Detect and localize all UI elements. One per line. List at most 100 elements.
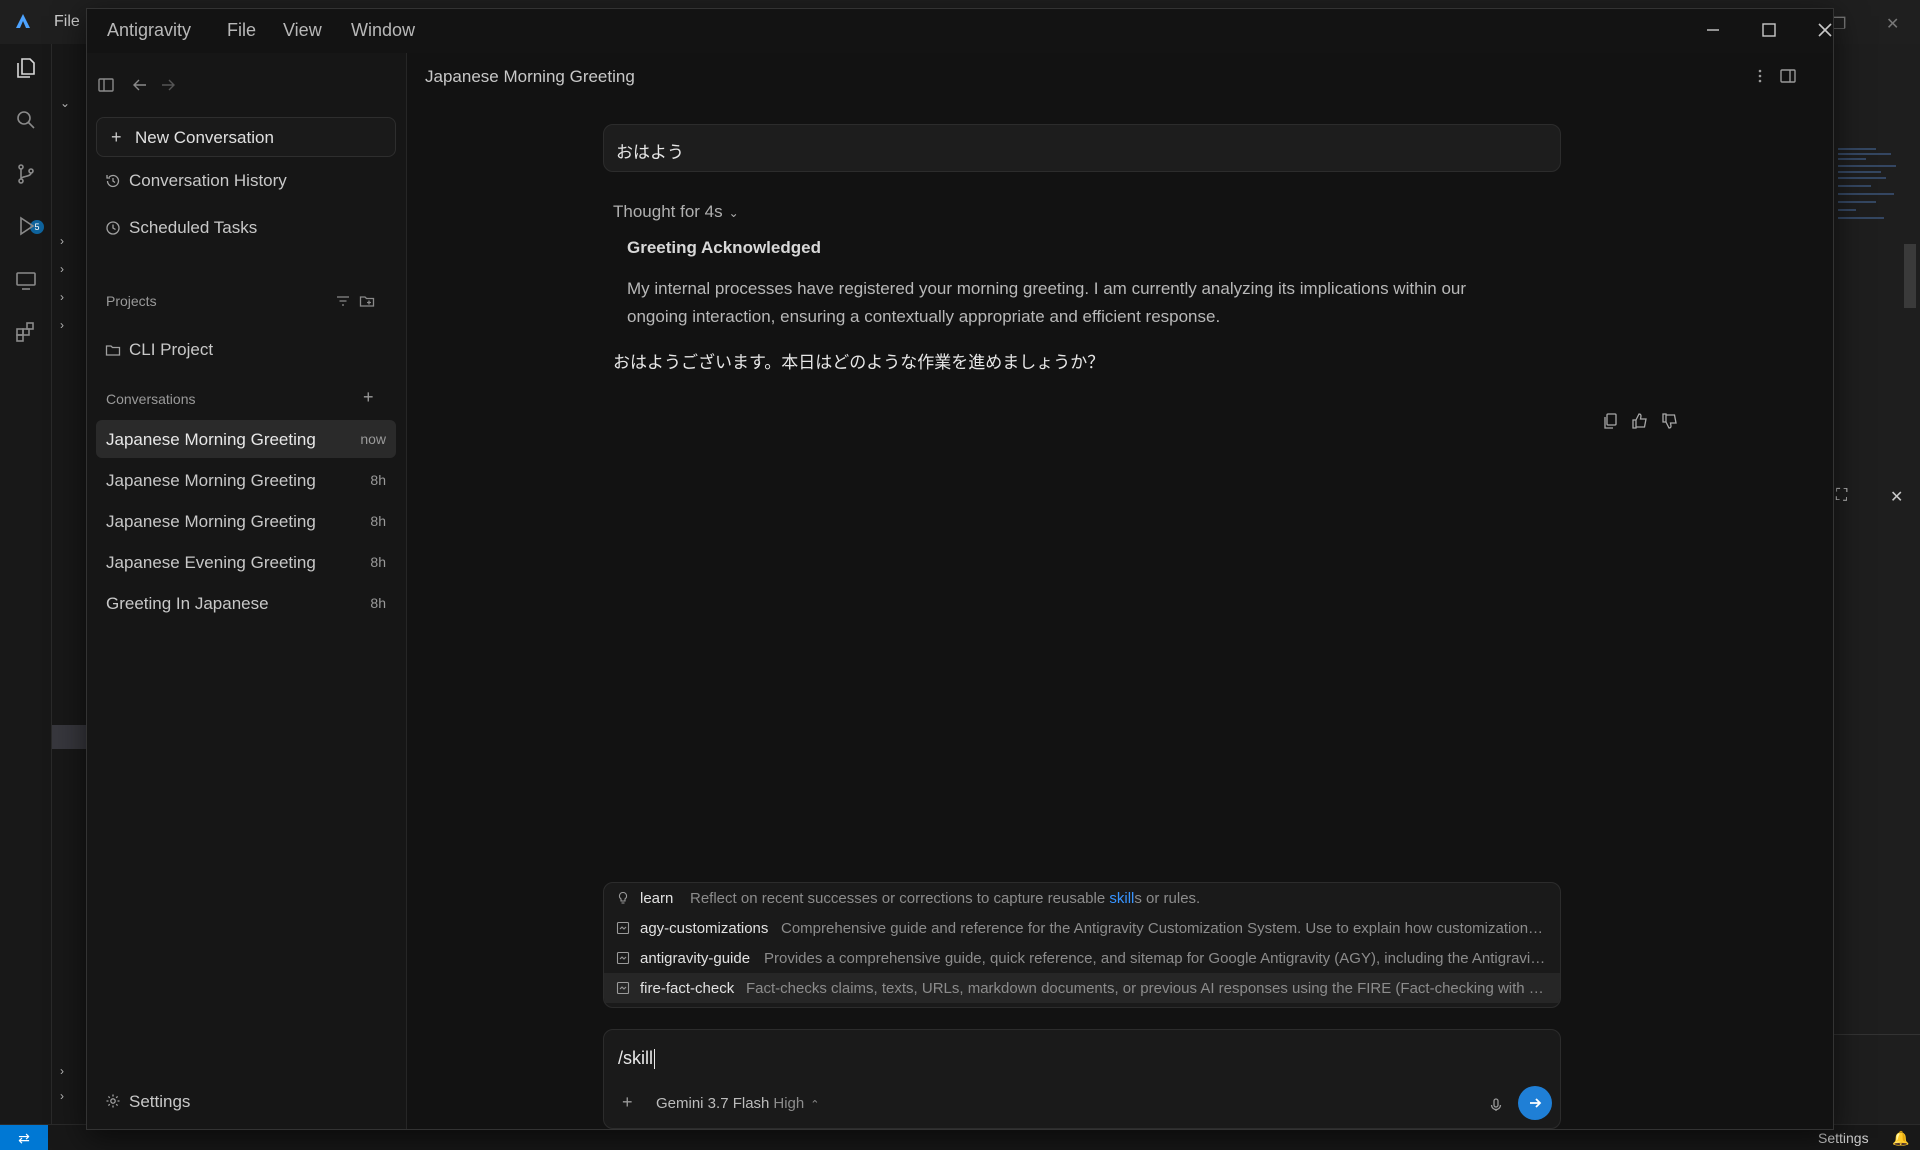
model-name: Gemini 3.7 Flash [656,1095,770,1112]
thought-toggle[interactable]: Thought for 4s ⌄ [613,202,739,222]
minimize-button[interactable] [1693,15,1733,45]
suggestion-item[interactable]: fire-fact-check Fact-checks claims, text… [604,973,1560,1003]
more-options-icon[interactable] [1751,67,1769,85]
suggestion-item[interactable]: learn Reflect on recent successes or cor… [604,883,1560,913]
conversation-title: Japanese Morning Greeting [106,512,316,531]
scheduled-tasks-label: Scheduled Tasks [129,218,258,237]
suggestion-desc: Fact-checks claims, texts, URLs, markdow… [746,980,1547,997]
add-context-button[interactable]: + [622,1092,633,1113]
source-control-icon[interactable] [14,162,38,186]
projects-heading: Projects [106,293,157,309]
notifications-icon[interactable]: 🔔 [1892,1130,1909,1147]
menu-file[interactable]: File [227,20,256,41]
suggestion-desc-text: Reflect on recent successes or correctio… [690,890,1110,907]
conversation-title: Japanese Morning Greeting [106,430,316,449]
suggestion-desc-text: s or rules. [1134,890,1201,907]
remote-indicator-icon[interactable]: ⇄ [0,1125,48,1150]
chevron-right-icon[interactable]: › [60,1064,64,1078]
chevron-up-icon: ⌃ [810,1099,820,1111]
suggestion-name: learn [640,890,674,907]
menu-antigravity[interactable]: Antigravity [107,20,191,41]
lightbulb-icon [616,891,630,905]
chevron-right-icon[interactable]: › [60,262,64,276]
skill-icon [616,921,630,935]
suggestion-desc-match: skill [1109,890,1135,907]
suggestion-item[interactable]: antigravity-guide Provides a comprehensi… [604,943,1560,973]
agent-sidebar: + New Conversation Conversation History … [87,53,407,1129]
conversation-item[interactable]: Japanese Morning Greeting now [96,420,396,458]
assistant-reply: おはようございます。本日はどのような作業を進めましょうか？ [613,353,1105,372]
conversation-history-label: Conversation History [129,171,287,190]
run-debug-icon[interactable] [14,214,38,238]
conversation-time: 8h [370,472,386,488]
new-conversation-label: New Conversation [135,128,274,147]
suggestion-name: fire-fact-check [640,980,735,997]
chevron-right-icon[interactable]: › [60,318,64,332]
plus-icon: + [111,127,122,147]
message-input[interactable]: /skill [618,1048,655,1070]
conversation-item[interactable]: Greeting In Japanese 8h [96,584,396,622]
copy-icon[interactable] [1601,412,1621,432]
chevron-down-icon[interactable]: ⌄ [60,96,70,110]
skill-icon [616,951,630,965]
conversation-time: 8h [370,554,386,570]
conversation-title: Japanese Evening Greeting [106,553,316,572]
add-conversation-icon[interactable]: + [363,388,379,406]
menu-window[interactable]: Window [351,20,415,41]
conversation-title: Japanese Morning Greeting [425,67,635,86]
filter-icon[interactable] [335,293,351,309]
minimap [1838,148,1896,219]
suggestion-name: antigravity-guide [640,950,751,967]
close-panel-icon[interactable]: ✕ [1890,487,1903,507]
remote-explorer-icon[interactable] [14,268,38,292]
send-button[interactable] [1518,1086,1552,1120]
toggle-sidebar-icon[interactable] [97,76,115,94]
model-level: High [773,1095,805,1112]
suggestion-name: agy-customizations [640,920,769,937]
conversation-item[interactable]: Japanese Morning Greeting 8h [96,461,396,499]
back-arrow-icon[interactable] [131,76,149,94]
chevron-right-icon[interactable]: › [60,234,64,248]
conversations-heading: Conversations [106,391,196,407]
new-folder-icon[interactable] [359,293,375,309]
toggle-panel-icon[interactable] [1779,67,1797,85]
background-close-icon[interactable]: ✕ [1886,14,1899,34]
clock-icon [105,220,121,236]
user-message: おはよう [603,124,1561,172]
user-message-text: おはよう [616,143,684,162]
menu-view[interactable]: View [283,20,322,41]
suggestion-item[interactable]: agy-customizations Comprehensive guide a… [604,913,1560,943]
model-selector[interactable]: Gemini 3.7 Flash High ⌃ [656,1095,819,1112]
chevron-right-icon[interactable]: › [60,1089,64,1103]
microphone-icon[interactable] [1488,1097,1504,1113]
message-composer[interactable]: /skill + Gemini 3.7 Flash High ⌃ [603,1029,1561,1129]
background-explorer: ⌄ › › › › › › [52,44,88,1124]
scrollbar-thumb[interactable] [1904,244,1916,308]
status-settings[interactable]: Settings [1818,1130,1869,1146]
chevron-right-icon[interactable]: › [60,290,64,304]
thumbs-up-icon[interactable] [1631,412,1651,432]
suggestion-desc: Reflect on recent successes or correctio… [690,890,1200,907]
maximize-button[interactable] [1749,15,1789,45]
explorer-icon[interactable] [14,56,38,80]
maximize-panel-icon[interactable]: ⛶ [1836,487,1847,505]
close-button[interactable] [1805,15,1845,45]
thought-label: Thought for 4s [613,202,723,221]
background-menu-file[interactable]: File [54,13,80,31]
gear-icon [105,1093,121,1109]
search-icon[interactable] [14,108,38,132]
conversation-item[interactable]: Japanese Evening Greeting 8h [96,543,396,581]
text-caret [654,1049,655,1070]
settings-label: Settings [129,1092,191,1111]
conversation-time: 8h [370,513,386,529]
message-input-value: /skill [618,1048,653,1068]
forward-arrow-icon[interactable] [159,76,177,94]
extensions-icon[interactable] [14,320,38,344]
divider [1834,1034,1920,1035]
new-conversation-button[interactable]: + New Conversation [96,117,396,157]
thought-heading: Greeting Acknowledged [627,238,821,257]
thumbs-down-icon[interactable] [1661,412,1681,432]
conversation-item[interactable]: Japanese Morning Greeting 8h [96,502,396,540]
background-selected-row [52,725,88,749]
suggestion-desc: Provides a comprehensive guide, quick re… [764,950,1547,967]
